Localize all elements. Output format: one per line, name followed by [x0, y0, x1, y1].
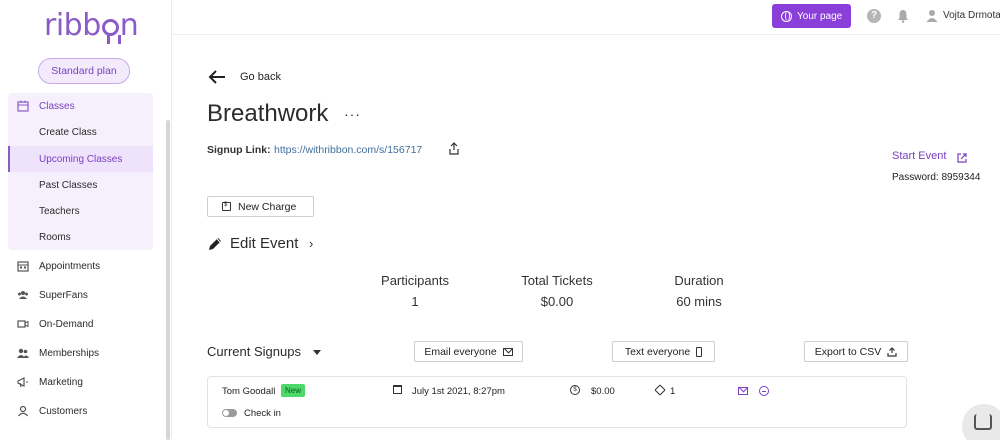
edit-event-link[interactable]: Edit Event — [230, 235, 298, 252]
go-back-link[interactable]: Go back — [240, 71, 281, 83]
event-password: Password: 8959344 — [892, 172, 981, 183]
export-csv-button[interactable]: Export to CSV — [804, 341, 908, 362]
pencil-icon[interactable] — [207, 236, 223, 252]
sidebar-item-label: Create Class — [39, 126, 97, 138]
external-link-icon[interactable] — [957, 150, 967, 163]
mail-icon — [502, 347, 513, 356]
signup-row: Tom Goodall New July 1st 2021, 8:27pm $ … — [207, 376, 907, 428]
signup-date: July 1st 2021, 8:27pm — [412, 386, 505, 397]
your-page-button[interactable]: Your page — [772, 4, 851, 28]
sidebar: ribb n Standard plan Classes Create Class… — [0, 0, 172, 440]
top-bar: Your page ? Vojta Drmota — [172, 0, 1000, 35]
chat-icon[interactable] — [962, 404, 1000, 440]
megaphone-icon — [17, 376, 29, 388]
globe-icon — [781, 10, 792, 22]
attendee-name[interactable]: Tom Goodall — [222, 386, 275, 397]
more-options-button[interactable]: ··· — [344, 106, 361, 122]
users-icon — [17, 347, 29, 359]
phone-icon — [696, 346, 703, 357]
email-everyone-button[interactable]: Email everyone — [414, 341, 523, 362]
charge-icon — [222, 202, 231, 211]
ribbon-logo[interactable]: ribb n — [44, 8, 139, 44]
new-charge-label: New Charge — [238, 200, 297, 213]
remove-attendee-icon[interactable] — [759, 386, 769, 396]
sidebar-item-past-classes[interactable]: Past Classes — [0, 172, 172, 198]
new-badge: New — [281, 384, 306, 397]
sidebar-item-label: Classes — [39, 100, 75, 112]
signup-link-label: Signup Link: — [207, 144, 271, 156]
bell-icon[interactable] — [897, 9, 909, 23]
stat-total-tickets: Total Tickets $0.00 — [507, 273, 607, 309]
sidebar-item-label: SuperFans — [39, 289, 88, 301]
signup-link[interactable]: https://withribbon.com/s/156717 — [274, 144, 422, 156]
check-in-toggle[interactable] — [222, 409, 237, 417]
stat-value: 1 — [411, 294, 419, 309]
email-attendee-icon[interactable] — [738, 387, 748, 395]
group-icon — [17, 289, 29, 301]
plan-badge[interactable]: Standard plan — [38, 58, 130, 84]
video-icon — [17, 318, 29, 330]
text-everyone-label: Text everyone — [624, 345, 691, 358]
page: ribb n Standard plan Classes Create Class… — [0, 0, 1000, 440]
sidebar-item-rooms[interactable]: Rooms — [0, 224, 172, 250]
sidebar-item-label: On-Demand — [39, 318, 94, 330]
calendar-grid-icon — [17, 260, 29, 272]
signup-tickets: 1 — [670, 386, 676, 397]
sidebar-item-label: Marketing — [39, 376, 83, 388]
sidebar-item-marketing[interactable]: Marketing — [0, 369, 172, 395]
your-page-label: Your page — [797, 10, 843, 22]
page-title: Breathwork — [207, 100, 329, 127]
sidebar-item-upcoming-classes[interactable]: Upcoming Classes — [0, 146, 172, 172]
new-charge-button[interactable]: New Charge — [207, 196, 314, 217]
dollar-icon: $ — [570, 385, 580, 395]
sidebar-item-label: Teachers — [39, 205, 80, 217]
customers-icon — [17, 405, 29, 417]
sidebar-item-superfans[interactable]: SuperFans — [0, 282, 172, 308]
sidebar-item-customers[interactable]: Customers — [0, 398, 172, 424]
sidebar-item-memberships[interactable]: Memberships — [0, 340, 172, 366]
back-arrow-icon[interactable] — [208, 69, 226, 85]
sidebar-item-teachers[interactable]: Teachers — [0, 198, 172, 224]
sidebar-item-label: Rooms — [39, 231, 71, 243]
help-icon[interactable]: ? — [867, 9, 881, 23]
text-everyone-button[interactable]: Text everyone — [612, 341, 715, 362]
chevron-right-icon[interactable]: › — [309, 236, 313, 251]
sidebar-item-label: Memberships — [39, 347, 100, 359]
sidebar-item-label: Appointments — [39, 260, 101, 272]
sidebar-item-classes[interactable]: Classes — [0, 93, 172, 119]
stat-label: Total Tickets — [521, 273, 593, 288]
sidebar-item-label: Upcoming Classes — [39, 153, 123, 165]
stat-label: Participants — [381, 273, 449, 288]
calendar-icon — [17, 100, 29, 112]
ticket-icon — [654, 384, 666, 396]
sidebar-item-label: Customers — [39, 405, 88, 417]
export-csv-label: Export to CSV — [814, 345, 882, 358]
stat-duration: Duration 60 mins — [649, 273, 749, 309]
check-in-label: Check in — [244, 408, 281, 419]
share-icon[interactable] — [449, 142, 459, 155]
caret-down-icon[interactable] — [313, 350, 321, 355]
user-name[interactable]: Vojta Drmota — [943, 10, 1000, 21]
sidebar-item-label: Past Classes — [39, 179, 98, 191]
signup-amount: $0.00 — [591, 386, 615, 397]
sidebar-item-appointments[interactable]: Appointments — [0, 253, 172, 279]
user-icon[interactable] — [926, 9, 938, 23]
stat-participants: Participants 1 — [365, 273, 465, 309]
stat-label: Duration — [674, 273, 724, 288]
sidebar-scrollbar[interactable] — [166, 120, 170, 440]
sidebar-item-create-class[interactable]: Create Class — [0, 119, 172, 145]
stat-value: $0.00 — [540, 294, 574, 309]
sidebar-item-on-demand[interactable]: On-Demand — [0, 311, 172, 337]
current-signups-dropdown[interactable]: Current Signups — [207, 344, 301, 359]
upload-icon — [887, 346, 897, 357]
email-everyone-label: Email everyone — [424, 345, 497, 358]
start-event-link[interactable]: Start Event — [892, 150, 946, 162]
stat-value: 60 mins — [676, 294, 722, 309]
calendar-icon — [393, 385, 402, 394]
